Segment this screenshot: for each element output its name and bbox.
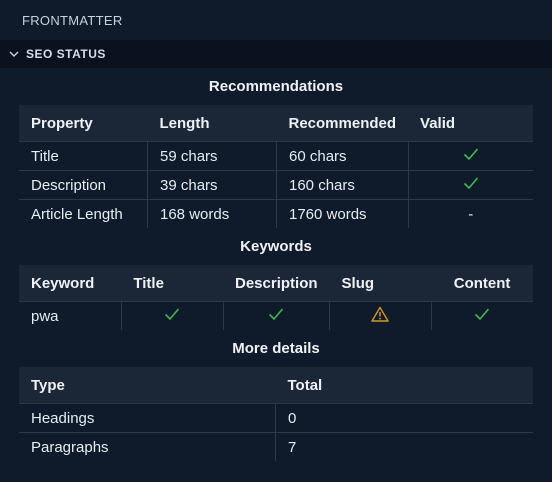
column-header: Title	[133, 274, 164, 292]
column-header: Length	[159, 114, 210, 132]
keyword-cell: pwa	[19, 301, 122, 330]
column-header: Keyword	[31, 274, 95, 292]
recommended-cell: 60 chars	[276, 141, 409, 171]
length-cell: 59 chars	[147, 141, 277, 171]
frontmatter-panel: FRONTMATTER SEO STATUS Recommendations P…	[0, 0, 552, 482]
property-cell: Description	[19, 170, 148, 200]
recommended-cell: 1760 words	[276, 199, 409, 228]
seo-status-section-header[interactable]: SEO STATUS	[0, 40, 552, 68]
column-header: Slug	[341, 274, 375, 292]
title-status-cell	[120, 301, 223, 330]
recommendations-title: Recommendations	[208, 78, 344, 95]
valid-cell	[407, 170, 533, 200]
table-row: Article Length 168 words 1760 words -	[19, 199, 533, 228]
check-icon	[268, 307, 284, 325]
recommended-cell: 160 chars	[276, 170, 409, 200]
keywords-title: Keywords	[240, 238, 312, 255]
column-header: Property	[31, 114, 93, 132]
total-cell: 7	[275, 432, 533, 461]
panel-title: FRONTMATTER	[0, 0, 552, 40]
column-header: Description	[235, 274, 318, 292]
table-row: Title 59 chars 60 chars	[19, 141, 533, 171]
slug-status-cell	[329, 301, 432, 330]
section-title: SEO STATUS	[26, 47, 106, 61]
type-cell: Paragraphs	[19, 432, 276, 461]
column-header: Content	[453, 274, 511, 292]
length-cell: 39 chars	[147, 170, 277, 200]
column-header: Type	[31, 376, 65, 394]
check-icon	[474, 307, 490, 325]
details-table: Type Total Headings 0 Paragraphs 7	[19, 367, 533, 461]
chevron-down-icon[interactable]	[6, 46, 22, 62]
property-cell: Title	[19, 141, 148, 171]
table-header-row: Keyword Title Description Slug Content	[19, 265, 533, 302]
property-cell: Article Length	[19, 199, 148, 228]
total-cell: 0	[275, 403, 533, 433]
content-status-cell	[430, 301, 533, 330]
description-status-cell	[222, 301, 330, 330]
column-header: Recommended	[288, 114, 397, 132]
table-row: pwa	[19, 301, 533, 330]
table-header-row: Property Length Recommended Valid	[19, 105, 533, 142]
check-icon	[164, 307, 180, 325]
table-header-row: Type Total	[19, 367, 533, 404]
recommendations-table: Property Length Recommended Valid Title …	[19, 105, 533, 228]
table-row: Headings 0	[19, 403, 533, 433]
column-header: Valid	[420, 114, 456, 132]
check-icon	[463, 176, 479, 194]
table-row: Description 39 chars 160 chars	[19, 170, 533, 200]
warning-icon	[371, 306, 390, 326]
length-cell: 168 words	[147, 199, 277, 228]
valid-cell	[407, 141, 533, 171]
column-header: Total	[287, 376, 323, 394]
more-details-title: More details	[232, 340, 320, 357]
valid-cell: -	[407, 199, 533, 228]
type-cell: Headings	[19, 403, 276, 433]
check-icon	[463, 147, 479, 165]
table-row: Paragraphs 7	[19, 432, 533, 461]
keywords-table: Keyword Title Description Slug Content p…	[19, 265, 533, 330]
